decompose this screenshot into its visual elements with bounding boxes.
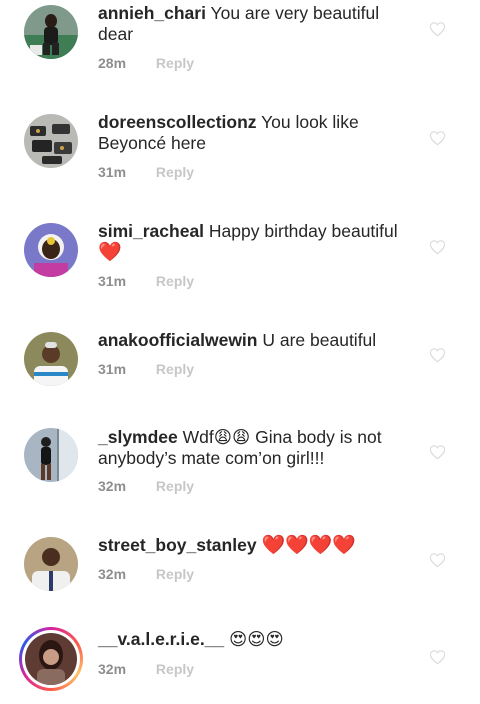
heart-outline-icon[interactable] [429,347,446,363]
reply-button[interactable]: Reply [156,273,194,289]
reply-button[interactable]: Reply [156,566,194,582]
comment-username[interactable]: simi_racheal [98,221,204,241]
heart-outline-icon[interactable] [429,21,446,37]
comment-time: 31m [98,273,127,289]
avatar[interactable] [24,114,78,168]
comment-text: annieh_chari You are very beautiful dear [98,3,418,45]
avatar[interactable] [24,5,78,59]
avatar[interactable] [24,428,78,482]
comment-time: 32m [98,566,127,582]
heart-outline-icon[interactable] [429,649,446,665]
comment-text: simi_racheal Happy birthday beautiful ❤️ [98,221,418,263]
comment-body: ❤️❤️❤️❤️ [261,535,357,556]
reply-button[interactable]: Reply [156,478,194,494]
reply-button[interactable]: Reply [156,55,194,71]
comment-text: _slymdee Wdf😩😩 Gina body is not anybody’… [98,427,418,469]
comment-text: doreenscollectionz You look like Beyoncé… [98,112,418,154]
comment-username[interactable]: doreenscollectionz [98,112,257,132]
comment-meta: 32m Reply [98,566,194,582]
reply-button[interactable]: Reply [156,164,194,180]
avatar[interactable] [24,537,78,591]
heart-emoji: ❤️ [98,242,122,263]
comment-text: street_boy_stanley ❤️❤️❤️❤️ [98,535,418,556]
avatar-story-ring[interactable] [19,627,83,691]
comment-meta: 31m Reply [98,164,194,180]
avatar[interactable] [25,633,77,685]
comment-meta: 31m Reply [98,361,194,377]
comment-body: 😍😍😍 [229,629,284,649]
avatar-ring-gap [22,630,80,688]
comment-username[interactable]: annieh_chari [98,3,206,23]
heart-outline-icon[interactable] [429,552,446,568]
comment-text: __v.a.l.e.r.i.e.__ 😍😍😍 [98,629,418,650]
heart-outline-icon[interactable] [429,239,446,255]
comment-time: 32m [98,661,127,677]
reply-button[interactable]: Reply [156,361,194,377]
comment-meta: 31m Reply [98,273,194,289]
comment-username[interactable]: street_boy_stanley [98,535,257,555]
comment-body: U are beautiful [262,330,377,350]
comment-meta: 32m Reply [98,661,194,677]
reply-button[interactable]: Reply [156,661,194,677]
heart-outline-icon[interactable] [429,444,446,460]
comment-username[interactable]: anakoofficialwewin [98,330,257,350]
comment-username[interactable]: _slymdee [98,427,178,447]
comment-time: 31m [98,361,127,377]
comment-meta: 32m Reply [98,478,194,494]
avatar[interactable] [24,332,78,386]
comment-meta: 28m Reply [98,55,194,71]
comment-time: 31m [98,164,127,180]
comment-body: Happy birthday beautiful [208,221,398,241]
comment-text: anakoofficialwewin U are beautiful [98,330,418,351]
comment-username[interactable]: __v.a.l.e.r.i.e.__ [98,629,224,649]
heart-outline-icon[interactable] [429,130,446,146]
comment-time: 32m [98,478,127,494]
avatar[interactable] [24,223,78,277]
comment-time: 28m [98,55,127,71]
